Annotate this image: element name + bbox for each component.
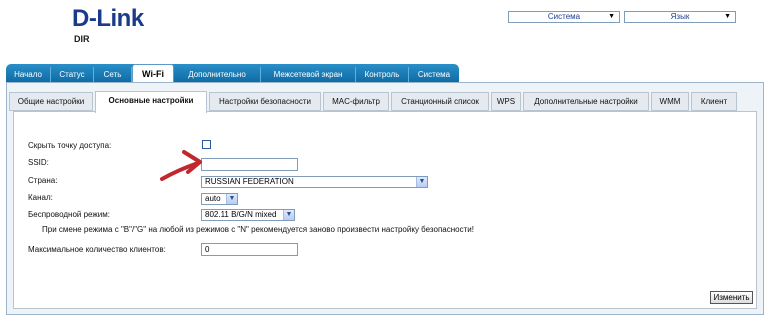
chevron-down-icon: ▼	[226, 194, 237, 204]
tab-system[interactable]: Система	[409, 67, 459, 83]
dropdown-arrow-icon: ▼	[608, 13, 615, 20]
model-label: DIR	[74, 34, 90, 44]
subtab-client[interactable]: Клиент	[691, 92, 737, 111]
max-clients-input[interactable]: 0	[201, 243, 298, 256]
red-arrow-annotation	[160, 150, 202, 181]
apply-button[interactable]: Изменить	[710, 291, 753, 304]
hide-ap-label: Скрыть точку доступа:	[28, 141, 112, 150]
language-menu-dropdown[interactable]: Язык ▼	[624, 11, 736, 23]
tab-network[interactable]: Сеть	[94, 67, 132, 83]
subtab-wps[interactable]: WPS	[491, 92, 521, 111]
system-menu-label: Система	[547, 12, 581, 21]
dropdown-arrow-icon: ▼	[724, 13, 731, 20]
ssid-input[interactable]	[201, 158, 298, 171]
wifi-subtabs: Общие настройки Основные настройки Настр…	[9, 91, 740, 113]
subtab-security-settings[interactable]: Настройки безопасности	[209, 92, 321, 111]
dlink-logo: D-Link	[72, 5, 144, 32]
main-nav-bar: Начало Статус Сеть Wi-Fi Дополнительно М…	[6, 64, 459, 84]
chevron-down-icon: ▼	[416, 177, 427, 187]
settings-panel	[13, 111, 757, 309]
wireless-mode-label: Беспроводной режим:	[28, 210, 110, 219]
mode-change-warning: При смене режима с "B"/"G" на любой из р…	[42, 225, 474, 234]
country-select[interactable]: RUSSIAN FEDERATION ▼	[201, 176, 428, 188]
chevron-down-icon: ▼	[283, 210, 294, 220]
subtab-basic-settings[interactable]: Основные настройки	[95, 91, 207, 113]
arrow-shaft	[160, 161, 200, 181]
subtab-station-list[interactable]: Станционный список	[391, 92, 489, 111]
wireless-mode-select[interactable]: 802.11 B/G/N mixed ▼	[201, 209, 295, 221]
tab-firewall[interactable]: Межсетевой экран	[261, 67, 356, 83]
tab-wifi[interactable]: Wi-Fi	[132, 64, 174, 84]
wireless-mode-value: 802.11 B/G/N mixed	[205, 210, 277, 219]
subtab-wmm[interactable]: WMM	[651, 92, 689, 111]
channel-label: Канал:	[28, 193, 53, 202]
subtab-general-settings[interactable]: Общие настройки	[9, 92, 93, 111]
tab-control[interactable]: Контроль	[356, 67, 409, 83]
max-clients-label: Максимальное количество клиентов:	[28, 245, 166, 254]
subtab-advanced-settings[interactable]: Дополнительные настройки	[523, 92, 649, 111]
channel-select[interactable]: auto ▼	[201, 193, 238, 205]
language-menu-label: Язык	[670, 12, 690, 21]
ssid-label: SSID:	[28, 158, 49, 167]
tab-advanced[interactable]: Дополнительно	[174, 67, 261, 83]
subtab-mac-filter[interactable]: MAC-фильтр	[323, 92, 389, 111]
tab-home[interactable]: Начало	[6, 67, 51, 83]
system-menu-dropdown[interactable]: Система ▼	[508, 11, 620, 23]
tab-status[interactable]: Статус	[51, 67, 94, 83]
channel-select-value: auto	[205, 194, 221, 203]
country-label: Страна:	[28, 176, 58, 185]
country-select-value: RUSSIAN FEDERATION	[205, 177, 294, 186]
